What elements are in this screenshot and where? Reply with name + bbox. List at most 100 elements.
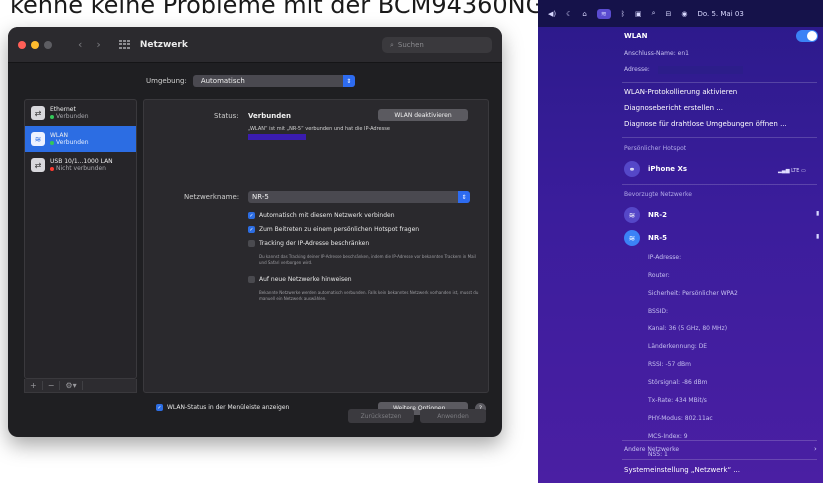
option-auto-join[interactable]: ✓ Automatisch mit diesem Netzwerk verbin… — [248, 212, 395, 219]
menubar-clock[interactable]: Do. 5. Mai 03 — [697, 10, 743, 18]
hotspot-device[interactable]: iPhone Xs — [648, 165, 687, 173]
menu-item-network-settings[interactable]: Systemeinstellung „Netzwerk“ ... — [624, 466, 740, 474]
hotspot-network-type: LTE — [791, 168, 800, 174]
wifi-icon: ≋ — [624, 230, 640, 246]
menu-separator — [622, 82, 817, 83]
network-name-value: NR-5 — [252, 193, 269, 201]
search-field[interactable]: ⌕ Suchen — [382, 37, 492, 53]
ethernet-icon: ⇄ — [31, 106, 45, 120]
option-limit-ip-tracking[interactable]: Tracking der IP-Adresse beschränken — [248, 240, 369, 247]
wlan-settings-panel: Status: Verbunden WLAN deaktivieren „WLA… — [143, 99, 489, 415]
service-list: ⇄ Ethernet Verbunden ≋ WLAN Verbunden ⇄ … — [24, 99, 137, 379]
signal-bars-icon: ▂▄▆ — [778, 168, 790, 174]
option-label: WLAN-Status in der Menüleiste anzeigen — [167, 404, 290, 411]
display-icon[interactable]: ▣ — [635, 10, 642, 18]
network-name-select[interactable]: NR-5 ⇕ — [248, 191, 470, 203]
service-name: Ethernet — [50, 105, 76, 113]
menu-item-enable-logging[interactable]: WLAN-Protokollierung aktivieren — [624, 88, 737, 96]
network-item-nr-2[interactable]: NR-2 — [648, 211, 667, 219]
environment-row: Umgebung: Automatisch ⇕ — [146, 75, 355, 87]
detail-bssid: BSSID: — [648, 308, 669, 315]
minimize-button[interactable] — [31, 40, 39, 49]
show-all-grid-icon[interactable] — [118, 40, 130, 49]
chevron-right-icon: › — [814, 445, 817, 453]
network-item-nr-5[interactable]: NR-5 — [648, 234, 667, 242]
wifi-toggle[interactable] — [796, 30, 818, 42]
detail-ip: IP-Adresse: — [648, 254, 682, 261]
service-item-ethernet[interactable]: ⇄ Ethernet Verbunden — [25, 100, 136, 126]
option-ask-new-networks[interactable]: Auf neue Netzwerke hinweisen — [248, 276, 352, 283]
menu-item-diagnostic-report[interactable]: Diagnosebericht erstellen ... — [624, 104, 723, 112]
environment-select[interactable]: Automatisch ⇕ — [192, 75, 355, 87]
service-name: USB 10/1...1000 LAN — [50, 157, 113, 165]
chevron-updown-icon: ⇕ — [342, 75, 355, 87]
environment-label: Umgebung: — [146, 77, 187, 85]
checkbox-unchecked[interactable] — [248, 240, 255, 247]
option-label: Auf neue Netzwerke hinweisen — [259, 276, 352, 283]
menu-item-wireless-diagnostics[interactable]: Diagnose für drahtlose Umgebungen öffnen… — [624, 120, 787, 128]
home-icon[interactable]: ⌂ — [582, 10, 586, 18]
status-description: „WLAN“ ist mit „NR-5“ verbunden und hat … — [248, 126, 390, 132]
wlan-disable-button[interactable]: WLAN deaktivieren — [378, 109, 468, 121]
detail-security: Sicherheit: Persönlicher WPA2 — [648, 290, 738, 297]
moon-icon[interactable]: ☾ — [566, 10, 572, 18]
service-status: Verbunden — [56, 113, 89, 121]
back-button[interactable]: ‹ — [78, 38, 82, 51]
status-dot — [50, 114, 54, 119]
menu-item-other-networks[interactable]: Andere Netzwerke — [624, 446, 679, 453]
siri-icon[interactable]: ◉ — [681, 10, 687, 18]
network-name-label: Netzwerkname: — [184, 193, 240, 201]
interface-name: Anschluss-Name: en1 — [624, 50, 689, 57]
checkbox-checked[interactable]: ✓ — [248, 226, 255, 233]
status-dot — [50, 140, 54, 145]
service-list-toolbar: + − ⚙︎▾ — [24, 379, 137, 393]
bluetooth-icon[interactable]: ᛒ — [621, 10, 625, 18]
search-icon: ⌕ — [390, 40, 394, 49]
service-actions-button[interactable]: ⚙︎▾ — [60, 381, 83, 390]
option-show-in-menubar[interactable]: ✓ WLAN-Status in der Menüleiste anzeigen — [156, 404, 289, 411]
menu-separator — [622, 459, 817, 460]
service-status: Nicht verbunden — [56, 165, 106, 173]
checkbox-checked[interactable]: ✓ — [248, 212, 255, 219]
redacted-address — [658, 66, 743, 74]
spotlight-icon[interactable]: ⌕ — [652, 9, 656, 18]
lock-icon: ▮ — [816, 233, 820, 240]
zoom-button[interactable] — [44, 40, 52, 49]
option-description: Du kannst das Tracking deiner IP-Adresse… — [259, 254, 476, 265]
detail-phy-mode: PHY-Modus: 802.11ac — [648, 415, 713, 422]
detail-rssi: RSSI: -57 dBm — [648, 361, 691, 368]
checkbox-checked[interactable]: ✓ — [156, 404, 163, 411]
menu-separator — [622, 440, 817, 441]
search-placeholder: Suchen — [397, 41, 424, 49]
add-service-button[interactable]: + — [25, 381, 43, 390]
control-center-icon[interactable]: ⊟ — [665, 10, 671, 18]
wifi-menu-footer: Andere Netzwerke › Systemeinstellung „Ne… — [538, 440, 823, 483]
status-value: Verbunden — [248, 112, 291, 120]
wifi-menu-title: WLAN — [624, 32, 648, 40]
wifi-menubar-icon[interactable]: ≋ — [596, 8, 611, 19]
hotspot-signal: ▂▄▆ LTE ▭ — [778, 168, 806, 174]
remove-service-button[interactable]: − — [43, 381, 61, 390]
apply-button[interactable]: Anwenden — [420, 409, 486, 423]
detail-country: Länderkennung: DE — [648, 343, 708, 350]
environment-value: Automatisch — [200, 77, 245, 85]
option-label: Zum Beitreten zu einem persönlichen Hots… — [259, 226, 420, 233]
service-status: Verbunden — [56, 139, 89, 147]
service-item-wlan[interactable]: ≋ WLAN Verbunden — [25, 126, 136, 152]
link-icon: ⚭ — [624, 161, 640, 177]
wifi-icon: ≋ — [624, 207, 640, 223]
service-item-usb-lan[interactable]: ⇄ USB 10/1...1000 LAN Nicht verbunden — [25, 152, 136, 178]
volume-icon[interactable]: ◀) — [548, 10, 556, 18]
window-title: Netzwerk — [139, 39, 188, 50]
option-label: Tracking der IP-Adresse beschränken — [259, 240, 370, 247]
close-button[interactable] — [18, 40, 26, 49]
caption-text: kenne keine Probleme mit der BCM94360NG! — [10, 0, 554, 19]
option-ask-hotspot[interactable]: ✓ Zum Beitreten zu einem persönlichen Ho… — [248, 226, 419, 233]
detail-noise: Störsignal: -86 dBm — [648, 379, 708, 386]
detail-mcs-index: MCS-Index: 9 — [648, 433, 688, 440]
forward-button[interactable]: › — [96, 38, 100, 51]
checkbox-unchecked[interactable] — [248, 276, 255, 283]
battery-icon: ▭ — [801, 168, 806, 174]
revert-button[interactable]: Zurücksetzen — [348, 409, 414, 423]
menu-separator — [622, 137, 817, 138]
